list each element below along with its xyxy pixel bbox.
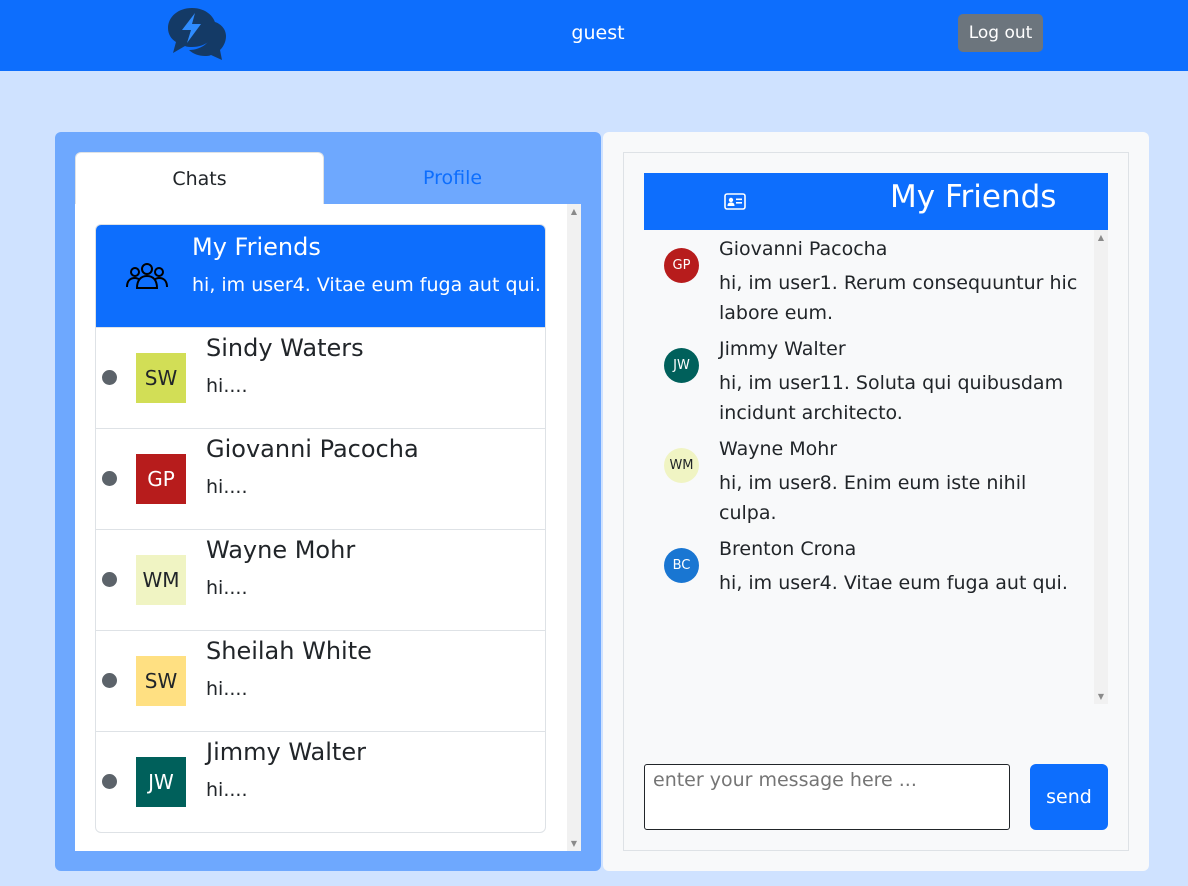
chat-list-item[interactable]: WM Wayne Mohr hi.... xyxy=(96,529,545,630)
message-item: WM Wayne Mohr hi, im user8. Enim eum iste … xyxy=(664,438,1084,538)
tab-chats[interactable]: Chats xyxy=(75,152,324,204)
message-sender: Brenton Crona xyxy=(719,538,857,560)
friend-last-message: hi.... xyxy=(206,476,248,498)
group-title: My Friends xyxy=(192,233,321,261)
chat-list-item[interactable]: SW Sindy Waters hi.... xyxy=(96,327,545,428)
scroll-down-arrow-icon[interactable]: ▼ xyxy=(567,839,581,848)
navbar: guest Log out xyxy=(0,0,1188,71)
avatar: GP xyxy=(664,248,699,283)
chat-panel: My Friends GP Giovanni Pacocha hi, im user… xyxy=(603,132,1149,871)
chat-list-scrollbar[interactable]: ▲ ▼ xyxy=(567,204,581,851)
people-icon xyxy=(126,263,168,289)
message-text: hi, im user1. Rerum consequuntur hic lab… xyxy=(719,272,1078,324)
chat-title: My Friends xyxy=(890,179,1057,215)
friend-name: Giovanni Pacocha xyxy=(206,435,419,463)
friend-name: Sheilah White xyxy=(206,637,372,665)
message-sender: Jimmy Walter xyxy=(719,338,846,360)
message-item: GP Giovanni Pacocha hi, im user1. Rerum co… xyxy=(664,238,1084,338)
status-dot xyxy=(102,673,117,688)
avatar: SW xyxy=(136,656,186,706)
scroll-up-arrow-icon[interactable]: ▲ xyxy=(567,207,581,216)
chat-list-item[interactable]: SW Sheilah White hi.... xyxy=(96,630,545,731)
friend-list: SW Sindy Waters hi.... GP Giovanni Pacocha hi… xyxy=(96,327,545,832)
logout-button[interactable]: Log out xyxy=(958,14,1043,52)
scroll-up-arrow-icon[interactable]: ▲ xyxy=(1094,233,1108,242)
friend-last-message: hi.... xyxy=(206,577,248,599)
chat-card: My Friends GP Giovanni Pacocha hi, im user… xyxy=(623,152,1129,851)
avatar: JW xyxy=(664,348,699,383)
friend-last-message: hi.... xyxy=(206,779,248,801)
friend-name: Wayne Mohr xyxy=(206,536,356,564)
chat-list-item-group[interactable]: My Friends hi, im user4. Vitae eum fuga … xyxy=(96,225,545,327)
message-scrollbar[interactable]: ▲ ▼ xyxy=(1094,230,1108,704)
group-last-message: hi, im user4. Vitae eum fuga aut qui. xyxy=(192,274,541,296)
message-text: hi, im user8. Enim eum iste nihil culpa. xyxy=(719,472,1027,524)
message-text: hi, im user11. Soluta qui quibusdam inci… xyxy=(719,372,1064,424)
avatar: WM xyxy=(136,555,186,605)
message-item: JW Jimmy Walter hi, im user11. Soluta qui … xyxy=(664,338,1084,438)
avatar: SW xyxy=(136,353,186,403)
avatar: BC xyxy=(664,548,699,583)
message-sender: Giovanni Pacocha xyxy=(719,238,888,260)
message-item: BC Brenton Crona hi, im user4. Vitae eum f… xyxy=(664,538,1084,598)
avatar: WM xyxy=(664,448,699,483)
status-dot xyxy=(102,572,117,587)
scroll-down-arrow-icon[interactable]: ▼ xyxy=(1094,692,1108,701)
chat-list-item[interactable]: JW Jimmy Walter hi.... xyxy=(96,731,545,832)
message-text: hi, im user4. Vitae eum fuga aut qui. xyxy=(719,572,1068,594)
message-input[interactable] xyxy=(644,764,1010,830)
chat-list: My Friends hi, im user4. Vitae eum fuga … xyxy=(95,224,546,833)
status-dot xyxy=(102,471,117,486)
tab-content: My Friends hi, im user4. Vitae eum fuga … xyxy=(75,204,581,851)
friend-name: Jimmy Walter xyxy=(206,738,366,766)
contact-card-icon[interactable] xyxy=(724,193,746,210)
friend-name: Sindy Waters xyxy=(206,334,364,362)
message-sender: Wayne Mohr xyxy=(719,438,838,460)
status-dot xyxy=(102,774,117,789)
tab-profile[interactable]: Profile xyxy=(328,152,577,204)
chat-header: My Friends xyxy=(644,173,1108,230)
message-list: GP Giovanni Pacocha hi, im user1. Rerum co… xyxy=(644,230,1108,704)
friend-last-message: hi.... xyxy=(206,678,248,700)
send-button[interactable]: send xyxy=(1030,764,1108,830)
chat-list-panel: Chats Profile My Friends hi, im user4. V… xyxy=(55,132,601,871)
friend-last-message: hi.... xyxy=(206,375,248,397)
avatar: GP xyxy=(136,454,186,504)
avatar: JW xyxy=(136,757,186,807)
status-dot xyxy=(102,370,117,385)
chat-list-item[interactable]: GP Giovanni Pacocha hi.... xyxy=(96,428,545,529)
